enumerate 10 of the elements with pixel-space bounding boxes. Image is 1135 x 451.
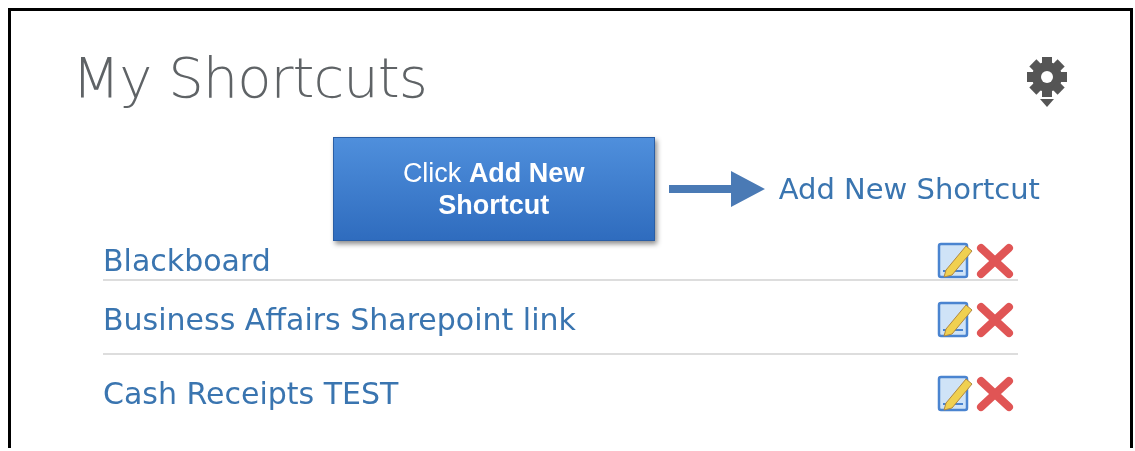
edit-icon[interactable] xyxy=(936,373,974,413)
callout: Click Add New Shortcut xyxy=(332,137,655,241)
arrow-icon xyxy=(668,171,765,207)
shortcut-link[interactable]: Blackboard xyxy=(103,242,271,278)
edit-icon[interactable] xyxy=(936,299,974,339)
shortcut-link[interactable]: Business Affairs Sharepoint link xyxy=(103,301,576,337)
add-shortcut-link[interactable]: Add New Shortcut xyxy=(778,172,1040,206)
shortcut-link[interactable]: Cash Receipts TEST xyxy=(103,375,399,411)
page-title: My Shortcuts xyxy=(72,45,427,110)
edit-icon[interactable] xyxy=(936,240,974,280)
